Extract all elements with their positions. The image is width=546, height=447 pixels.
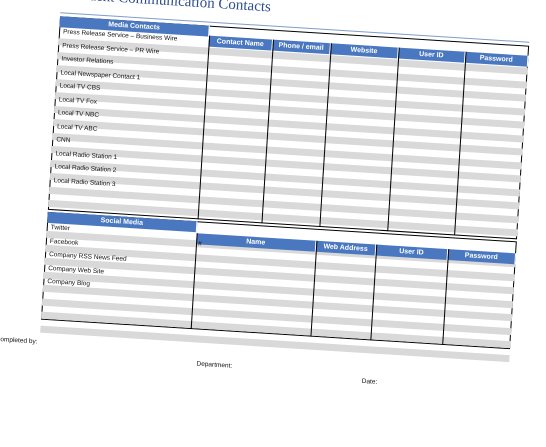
- social-row-label: Twitter: [50, 224, 71, 233]
- date-label: Date:: [361, 377, 378, 386]
- department-label: Department:: [196, 360, 233, 370]
- media-row-label: CNN: [56, 136, 71, 145]
- form-sheet: Incident Communication Contacts Complete…: [0, 0, 546, 447]
- hash-marker: #: [197, 240, 202, 248]
- completed-by-label: Completed by:: [0, 335, 38, 346]
